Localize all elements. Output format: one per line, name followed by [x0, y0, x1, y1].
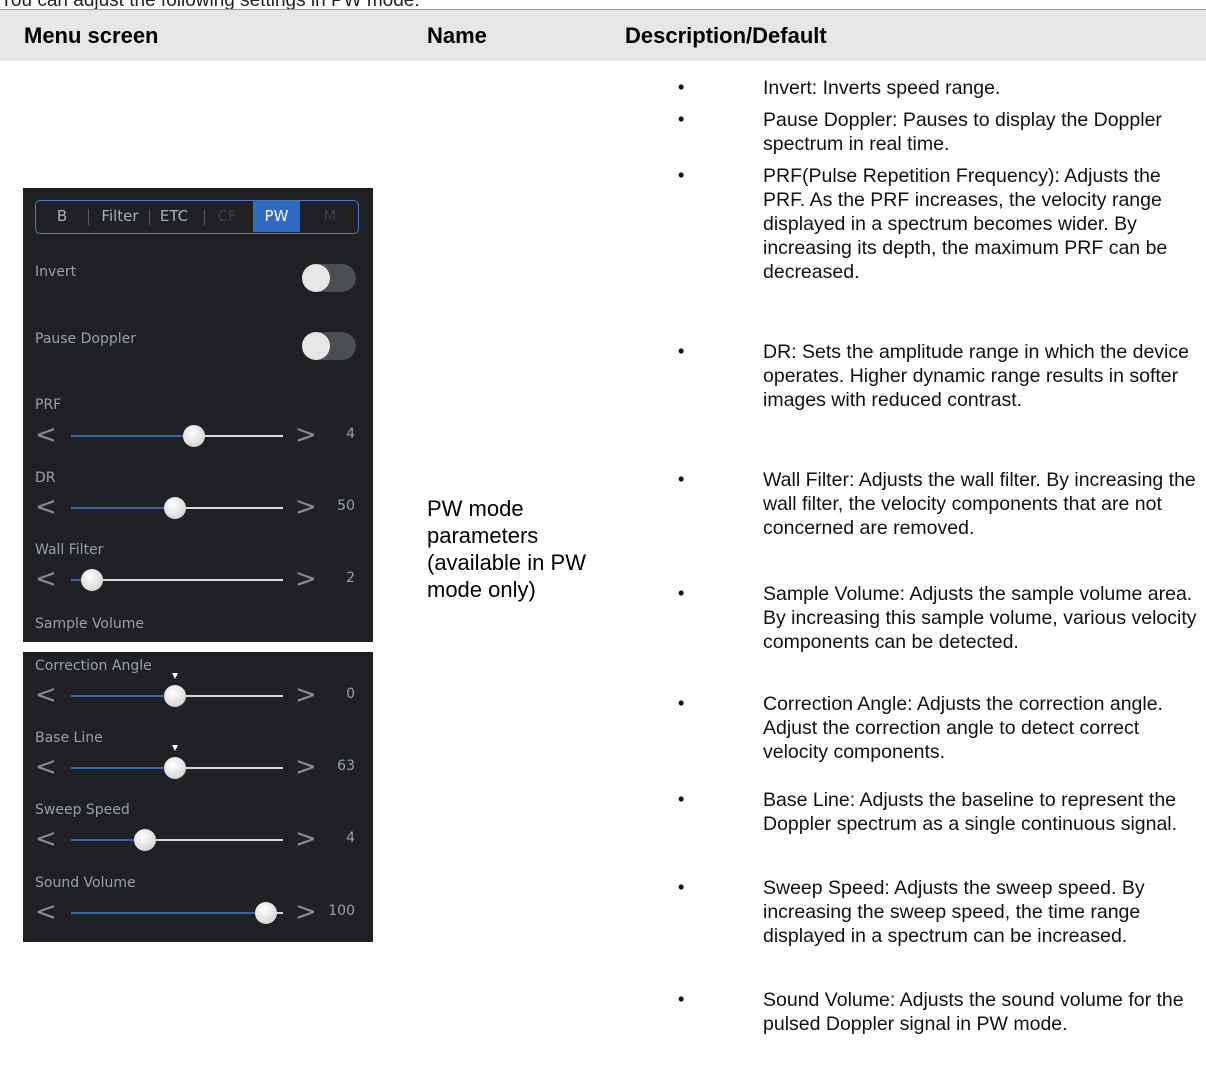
bullet-icon: •: [678, 693, 685, 713]
slider-track-fill: [71, 435, 194, 437]
base-line-slider[interactable]: < > 63: [23, 745, 373, 783]
description-pause-doppler: Pause Doppler: Pauses to display the Dop…: [763, 109, 1162, 155]
invert-toggle[interactable]: [302, 264, 356, 292]
tab-b[interactable]: B: [44, 201, 80, 232]
description-invert: Invert: Inverts speed range.: [763, 77, 1001, 99]
tab-pw[interactable]: PW: [253, 201, 300, 232]
chevron-left-icon[interactable]: <: [35, 421, 57, 449]
correction-angle-slider[interactable]: < > 0: [23, 673, 373, 711]
description-wall-filter: Wall Filter: Adjusts the wall filter. By…: [763, 469, 1196, 539]
chevron-left-icon[interactable]: <: [35, 493, 57, 521]
sound-volume-value: 100: [328, 903, 355, 919]
slider-thumb[interactable]: [163, 685, 186, 707]
tab-filter[interactable]: Filter: [92, 201, 148, 232]
prf-slider[interactable]: < > 4: [23, 421, 373, 451]
marker-icon: [171, 673, 178, 679]
slider-track-fill: [71, 912, 267, 914]
slider-track-fill: [71, 695, 175, 697]
chevron-right-icon[interactable]: >: [295, 421, 317, 449]
base-line-value: 63: [337, 758, 355, 774]
tab-m[interactable]: M: [312, 201, 348, 232]
pause-doppler-label: Pause Doppler: [35, 331, 137, 347]
slider-thumb[interactable]: [163, 757, 186, 779]
dr-label: DR: [35, 470, 56, 486]
invert-label: Invert: [35, 264, 77, 280]
chevron-left-icon[interactable]: <: [35, 898, 57, 926]
prf-value: 4: [346, 426, 355, 442]
sound-volume-label: Sound Volume: [35, 875, 136, 891]
chevron-left-icon[interactable]: <: [35, 681, 57, 709]
bullet-icon: •: [678, 789, 685, 809]
tab-separator: [204, 209, 205, 225]
pw-menu-panel-bottom: Correction Angle < > 0 Base Line < > 63 …: [23, 652, 373, 942]
header-description: Description/Default: [625, 23, 827, 48]
slider-thumb[interactable]: [81, 569, 104, 591]
sweep-speed-label: Sweep Speed: [35, 802, 130, 818]
chevron-right-icon[interactable]: >: [295, 825, 317, 853]
chevron-right-icon[interactable]: >: [295, 681, 317, 709]
sweep-speed-slider[interactable]: < > 4: [23, 825, 373, 855]
description-dr: DR: Sets the amplitude range in which th…: [763, 341, 1189, 411]
tab-etc[interactable]: ETC: [150, 201, 198, 232]
wall-filter-label: Wall Filter: [35, 542, 104, 558]
chevron-right-icon[interactable]: >: [295, 565, 317, 593]
chevron-left-icon[interactable]: <: [35, 825, 57, 853]
sample-volume-label: Sample Volume: [35, 616, 145, 632]
bullet-icon: •: [678, 989, 685, 1009]
chevron-right-icon[interactable]: >: [295, 898, 317, 926]
slider-thumb[interactable]: [163, 497, 186, 519]
sweep-speed-value: 4: [346, 830, 355, 846]
chevron-left-icon[interactable]: <: [35, 753, 57, 781]
header-name: Name: [427, 23, 487, 48]
chevron-left-icon[interactable]: <: [35, 565, 57, 593]
header-menu-screen: Menu screen: [24, 23, 159, 48]
bullet-icon: •: [678, 583, 685, 603]
mode-tabs: B Filter ETC CF PW M: [35, 200, 359, 234]
description-sweep-speed: Sweep Speed: Adjusts the sweep speed. By…: [763, 877, 1145, 947]
base-line-label: Base Line: [35, 730, 103, 746]
bullet-icon: •: [678, 341, 685, 361]
correction-angle-label: Correction Angle: [35, 658, 152, 674]
chevron-right-icon[interactable]: >: [295, 493, 317, 521]
pw-menu-panel-top: B Filter ETC CF PW M Invert Pause Dopple…: [23, 188, 373, 642]
correction-angle-value: 0: [346, 686, 355, 702]
prf-label: PRF: [35, 397, 62, 413]
dr-value: 50: [337, 498, 355, 514]
tab-separator: [88, 209, 89, 225]
toggle-knob: [302, 332, 330, 360]
parameter-name: PW mode parameters (available in PW mode…: [427, 496, 586, 602]
bullet-icon: •: [678, 77, 685, 97]
bullet-icon: •: [678, 877, 685, 897]
tab-cf[interactable]: CF: [208, 201, 246, 232]
slider-thumb[interactable]: [182, 425, 205, 447]
description-sound-volume: Sound Volume: Adjusts the sound volume f…: [763, 989, 1184, 1035]
sound-volume-slider[interactable]: < > 100: [23, 898, 373, 928]
wall-filter-value: 2: [346, 570, 355, 586]
description-base-line: Base Line: Adjusts the baseline to repre…: [763, 789, 1178, 835]
bullet-icon: •: [678, 109, 685, 129]
slider-track-fill: [71, 767, 175, 769]
marker-icon: [171, 745, 178, 751]
description-prf: PRF(Pulse Repetition Frequency): Adjusts…: [763, 165, 1168, 283]
bullet-icon: •: [678, 165, 685, 185]
toggle-knob: [302, 264, 330, 292]
description-correction-angle: Correction Angle: Adjusts the correction…: [763, 693, 1163, 763]
bullet-icon: •: [678, 469, 685, 489]
description-sample-volume: Sample Volume: Adjusts the sample volume…: [763, 583, 1197, 653]
slider-track-fill: [71, 507, 175, 509]
wall-filter-slider[interactable]: < > 2: [23, 565, 373, 595]
slider-thumb[interactable]: [134, 829, 157, 851]
chevron-right-icon[interactable]: >: [295, 753, 317, 781]
table-header: Menu screen Name Description/Default: [0, 10, 1206, 61]
pause-doppler-toggle[interactable]: [302, 332, 356, 360]
dr-slider[interactable]: < > 50: [23, 493, 373, 523]
slider-thumb[interactable]: [255, 902, 278, 924]
